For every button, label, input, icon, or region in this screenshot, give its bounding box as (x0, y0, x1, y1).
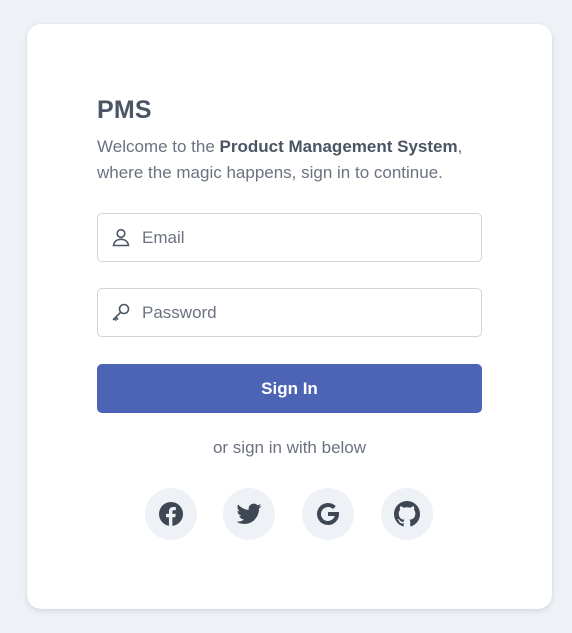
twitter-login-button[interactable] (223, 488, 275, 540)
twitter-icon (236, 503, 262, 524)
social-login-prompt: or sign in with below (212, 438, 367, 457)
google-login-button[interactable] (302, 488, 354, 540)
user-icon (111, 227, 131, 247)
facebook-login-button[interactable] (145, 488, 197, 540)
system-name: Product Management System (219, 137, 458, 156)
github-icon (394, 501, 420, 527)
welcome-message: Welcome to the Product Management System… (97, 134, 482, 186)
google-icon (317, 503, 340, 525)
login-card: PMS Welcome to the Product Management Sy… (27, 24, 552, 609)
github-login-button[interactable] (381, 488, 433, 540)
page-title: PMS (97, 96, 152, 124)
sign-in-button[interactable]: Sign In (97, 364, 482, 413)
email-input[interactable] (142, 214, 472, 261)
password-input[interactable] (142, 289, 472, 336)
key-icon (111, 302, 131, 322)
email-field-wrapper (97, 213, 482, 262)
welcome-prefix: Welcome to the (97, 137, 220, 156)
facebook-icon (159, 502, 183, 526)
password-field-wrapper (97, 288, 482, 337)
